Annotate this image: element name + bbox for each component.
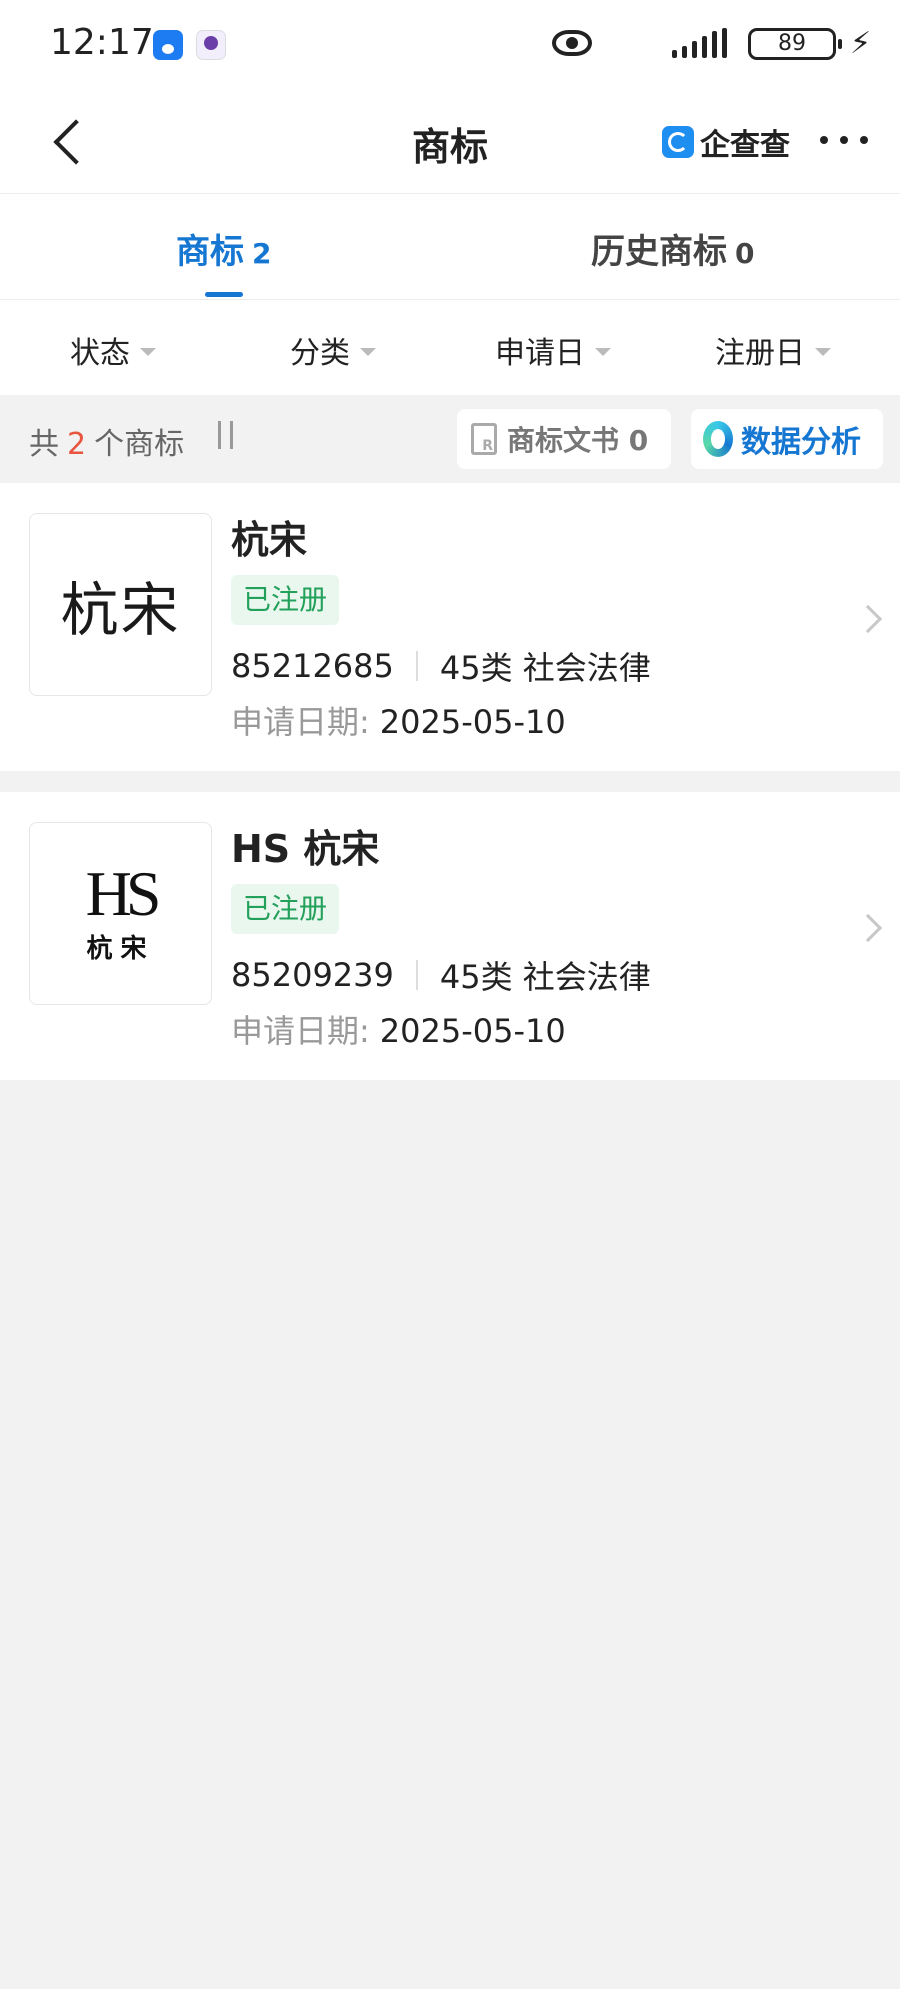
result-summary: 共2个商标 商标文书 0 数据分析 (0, 395, 900, 483)
summary-suffix: 个商标 (94, 427, 185, 462)
more-icon[interactable] (820, 136, 868, 146)
trademark-meta: 85209239 45类 社会法律 (231, 952, 651, 998)
trademark-card[interactable]: 杭宋 杭宋 已注册 85212685 45类 社会法律 申请日期: 2025-05… (0, 483, 900, 771)
application-date: 申请日期: 2025-05-10 (231, 1006, 566, 1052)
caret-down-icon (360, 348, 376, 356)
trademark-category: 45类 社会法律 (439, 958, 651, 996)
tab-history-trademarks[interactable]: 历史商标 0 (591, 224, 754, 273)
tab-label: 历史商标 (591, 232, 727, 272)
trademark-name: 杭宋 (231, 518, 308, 562)
date-value: 2025-05-10 (379, 1012, 566, 1050)
autohome-app-icon (153, 30, 183, 60)
summary-prefix: 共 (29, 427, 59, 462)
tab-label: 商标 (176, 232, 244, 272)
filter-label: 注册日 (715, 336, 805, 371)
chevron-right-icon (853, 604, 883, 634)
filter-bar: 状态 分类 申请日 注册日 (0, 300, 900, 395)
logo-subtext: 杭宋 (86, 934, 155, 964)
trademark-documents-button[interactable]: 商标文书 0 (457, 409, 671, 469)
tab-trademarks[interactable]: 商标 2 (176, 224, 271, 273)
brand-link[interactable]: 企查查 (662, 124, 790, 163)
registration-number: 85212685 (231, 647, 394, 685)
result-count-text: 共 2 个商标 (29, 419, 184, 463)
meta-divider (415, 960, 418, 990)
trademark-meta: 85212685 45类 社会法律 (231, 643, 651, 689)
caret-down-icon (595, 348, 611, 356)
meta-divider (415, 651, 418, 681)
caret-down-icon (815, 348, 831, 356)
sort-icon[interactable] (212, 419, 244, 453)
signal-icon (672, 28, 728, 58)
tab-count: 2 (252, 237, 272, 270)
filter-label: 分类 (290, 336, 350, 371)
date-label: 申请日期: (231, 1012, 370, 1050)
status-badge: 已注册 (231, 575, 340, 625)
registration-number: 85209239 (231, 956, 394, 994)
result-count: 2 (67, 427, 87, 462)
charging-bolt-icon: ⚡ (850, 26, 872, 61)
trademark-category: 45类 社会法律 (439, 649, 651, 687)
analysis-button-label: 数据分析 (741, 425, 861, 460)
chevron-right-icon (853, 913, 883, 943)
status-indicators: 89 ⚡ (534, 26, 874, 66)
filter-label: 状态 (70, 336, 130, 371)
doc-button-label: 商标文书 0 (507, 424, 649, 457)
date-label: 申请日期: (231, 703, 370, 741)
logo-text: 杭宋 (60, 575, 181, 644)
filter-apply-date[interactable]: 申请日 (495, 328, 611, 372)
date-value: 2025-05-10 (379, 703, 566, 741)
notification-app-icon (196, 30, 226, 60)
document-icon (471, 423, 497, 455)
filter-register-date[interactable]: 注册日 (715, 328, 831, 372)
data-analysis-button[interactable]: 数据分析 (691, 409, 883, 469)
trademark-card[interactable]: HS 杭宋 HS 杭宋 已注册 85209239 45类 社会法律 申请日期: 2… (0, 792, 900, 1080)
status-bar: 12:17 89 ⚡ (0, 0, 900, 92)
trademark-logo: HS 杭宋 (29, 822, 212, 1005)
status-badge: 已注册 (231, 884, 340, 934)
filter-status[interactable]: 状态 (70, 328, 156, 372)
eye-icon (552, 30, 592, 56)
active-tab-indicator (205, 292, 243, 297)
tab-count: 0 (735, 237, 755, 270)
qcc-logo-icon (662, 126, 694, 158)
battery-icon: 89 (748, 28, 842, 60)
caret-down-icon (140, 348, 156, 356)
status-time: 12:17 (50, 22, 154, 63)
logo-monogram: HS (85, 858, 162, 929)
trademark-logo: 杭宋 (29, 513, 212, 696)
application-date: 申请日期: 2025-05-10 (231, 697, 566, 743)
nav-bar: 商标 企查查 (0, 92, 900, 194)
trademark-name: HS 杭宋 (231, 827, 380, 871)
filter-label: 申请日 (495, 336, 585, 371)
analysis-icon (703, 421, 733, 457)
brand-name: 企查查 (700, 128, 790, 163)
tab-bar: 商标 2 历史商标 0 (0, 194, 900, 300)
filter-category[interactable]: 分类 (290, 328, 376, 372)
